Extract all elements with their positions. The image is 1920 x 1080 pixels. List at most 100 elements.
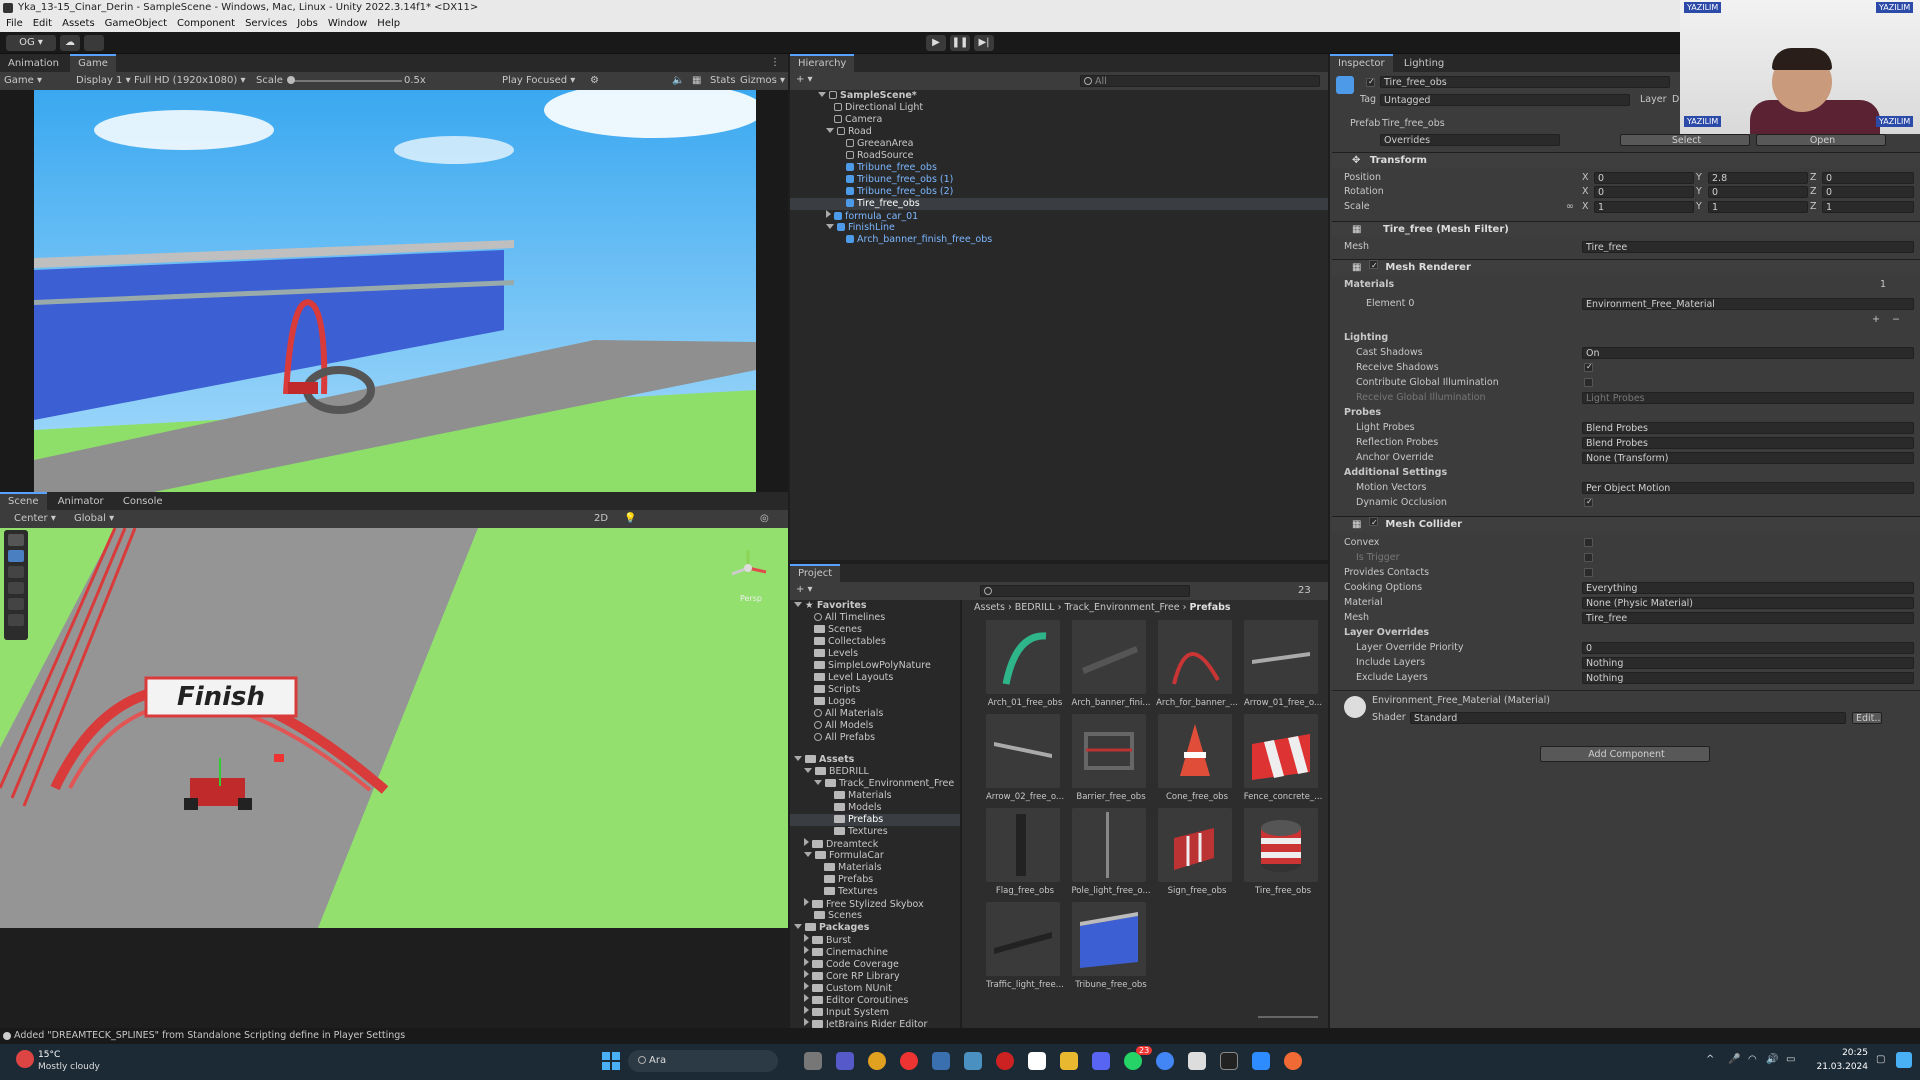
thumbnail-size-slider[interactable] bbox=[1258, 1016, 1318, 1018]
collab-button[interactable] bbox=[84, 35, 104, 51]
weather-icon[interactable] bbox=[16, 1050, 34, 1068]
asset-tile[interactable]: Fence_concrete_... bbox=[1240, 714, 1326, 806]
store-icon[interactable] bbox=[1028, 1052, 1046, 1070]
more-options-icon[interactable]: ⋮ bbox=[770, 57, 780, 68]
discord-icon[interactable] bbox=[1092, 1052, 1110, 1070]
tab-hierarchy[interactable]: Hierarchy bbox=[790, 54, 855, 72]
menu-help[interactable]: Help bbox=[377, 16, 400, 32]
asset-folder[interactable]: Track_Environment_Free bbox=[814, 778, 954, 790]
exclude-layers-dropdown[interactable]: Nothing bbox=[1582, 672, 1914, 684]
breadcrumb-bedrill[interactable]: BEDRILL bbox=[1015, 602, 1055, 613]
asset-folder[interactable]: FormulaCar bbox=[804, 850, 884, 862]
lighting-section-label[interactable]: Lighting bbox=[1344, 331, 1388, 345]
battery-icon[interactable]: ▭ bbox=[1786, 1054, 1795, 1065]
view-tool-button[interactable] bbox=[8, 534, 24, 546]
menu-jobs[interactable]: Jobs bbox=[297, 16, 318, 32]
lighting-toggle-icon[interactable]: 💡 bbox=[624, 513, 636, 524]
scene-view[interactable]: Finish Persp bbox=[0, 528, 788, 928]
file-explorer-icon[interactable] bbox=[1060, 1052, 1078, 1070]
assets-header[interactable]: Assets bbox=[794, 754, 854, 766]
menu-gameobject[interactable]: GameObject bbox=[105, 16, 167, 32]
asset-folder[interactable]: Materials bbox=[824, 862, 882, 874]
tab-lighting[interactable]: Lighting bbox=[1396, 55, 1452, 73]
wifi-icon[interactable]: ◠ bbox=[1748, 1054, 1757, 1065]
scene-orientation-gizmo[interactable] bbox=[728, 548, 768, 588]
tag-dropdown[interactable]: Untagged bbox=[1380, 94, 1630, 106]
asset-tile[interactable]: Arch_for_banner_... bbox=[1154, 620, 1240, 712]
tab-inspector[interactable]: Inspector bbox=[1330, 54, 1393, 72]
scale-y-field[interactable]: 1 bbox=[1708, 201, 1808, 213]
hierarchy-item-greeanarea[interactable]: GreeanArea bbox=[846, 138, 913, 150]
windows-start-icon[interactable] bbox=[602, 1052, 620, 1070]
display-dropdown[interactable]: Display 1 ▾ bbox=[76, 75, 131, 86]
cooking-options-dropdown[interactable]: Everything bbox=[1582, 582, 1914, 594]
include-layers-dropdown[interactable]: Nothing bbox=[1582, 657, 1914, 669]
position-x-field[interactable]: 0 bbox=[1594, 172, 1694, 184]
tab-animator[interactable]: Animator bbox=[50, 493, 112, 511]
settings-gear-icon[interactable]: ⚙ bbox=[590, 75, 599, 86]
youtube-icon[interactable] bbox=[900, 1052, 918, 1070]
probes-section-label[interactable]: Probes bbox=[1344, 406, 1381, 420]
scale-link-icon[interactable]: ∞ bbox=[1566, 200, 1574, 214]
mesh-collider-header[interactable]: ▦ Mesh Collider bbox=[1332, 516, 1920, 532]
task-view-icon[interactable] bbox=[804, 1052, 822, 1070]
position-y-field[interactable]: 2.8 bbox=[1708, 172, 1808, 184]
favorite-item[interactable]: SimpleLowPolyNature bbox=[814, 660, 931, 672]
hierarchy-item-tribune-2[interactable]: Tribune_free_obs (2) bbox=[846, 186, 953, 198]
hierarchy-item-road[interactable]: Road bbox=[826, 126, 872, 138]
cast-shadows-dropdown[interactable]: On bbox=[1582, 347, 1914, 359]
asset-tile[interactable]: Cone_free_obs bbox=[1154, 714, 1240, 806]
asset-folder[interactable]: BEDRILL bbox=[804, 766, 869, 778]
package-item[interactable]: JetBrains Rider Editor bbox=[804, 1018, 927, 1028]
materials-label[interactable]: Materials bbox=[1344, 278, 1394, 292]
reflection-probes-dropdown[interactable]: Blend Probes bbox=[1582, 437, 1914, 449]
shader-edit-button[interactable]: Edit... bbox=[1852, 712, 1882, 724]
contribute-gi-checkbox[interactable] bbox=[1584, 378, 1593, 387]
space-dropdown[interactable]: Global ▾ bbox=[74, 513, 114, 524]
step-button[interactable]: ▶| bbox=[974, 35, 994, 51]
prefab-select-button[interactable]: Select bbox=[1620, 134, 1750, 146]
object-name-field[interactable]: Tire_free_obs bbox=[1380, 76, 1670, 88]
anchor-override-field[interactable]: None (Transform) bbox=[1582, 452, 1914, 464]
project-search-input[interactable] bbox=[980, 585, 1190, 597]
additional-settings-label[interactable]: Additional Settings bbox=[1344, 466, 1447, 480]
game-mode-dropdown[interactable]: Game ▾ bbox=[4, 75, 42, 86]
rotate-tool-button[interactable] bbox=[8, 566, 24, 578]
add-material-button[interactable]: + bbox=[1872, 313, 1880, 327]
element0-field[interactable]: Environment_Free_Material bbox=[1582, 298, 1914, 310]
teams-icon[interactable] bbox=[836, 1052, 854, 1070]
package-item[interactable]: Input System bbox=[804, 1006, 889, 1018]
transform-tool-button[interactable] bbox=[8, 614, 24, 626]
hierarchy-search-input[interactable]: All bbox=[1080, 75, 1320, 87]
stats-button[interactable]: Stats bbox=[710, 75, 736, 86]
favorites-header[interactable]: ★ Favorites bbox=[794, 600, 866, 612]
opera-icon[interactable] bbox=[996, 1052, 1014, 1070]
mesh-renderer-enabled-checkbox[interactable] bbox=[1368, 260, 1378, 269]
favorite-item[interactable]: Scenes bbox=[814, 624, 862, 636]
gizmos-dropdown[interactable]: Gizmos ▾ bbox=[740, 75, 785, 86]
hierarchy-item-directional-light[interactable]: Directional Light bbox=[834, 102, 923, 114]
chrome-profile-icon[interactable] bbox=[1156, 1052, 1174, 1070]
menu-file[interactable]: File bbox=[6, 16, 23, 32]
menu-assets[interactable]: Assets bbox=[62, 16, 95, 32]
hierarchy-item-camera[interactable]: Camera bbox=[834, 114, 882, 126]
hierarchy-item-tribune-1[interactable]: Tribune_free_obs (1) bbox=[846, 174, 953, 186]
motion-vectors-dropdown[interactable]: Per Object Motion bbox=[1582, 482, 1914, 494]
clock-date[interactable]: 21.03.2024 bbox=[1810, 1062, 1868, 1072]
grid-icon[interactable]: ▦ bbox=[692, 75, 701, 86]
scale-tool-button[interactable] bbox=[8, 582, 24, 594]
rotation-z-field[interactable]: 0 bbox=[1822, 186, 1914, 198]
asset-tile[interactable]: Tire_free_obs bbox=[1240, 808, 1326, 900]
asset-tile[interactable]: Arch_banner_fini... bbox=[1068, 620, 1154, 712]
receive-shadows-checkbox[interactable] bbox=[1584, 363, 1593, 372]
layer-overrides-label[interactable]: Layer Overrides bbox=[1344, 626, 1429, 640]
account-button[interactable]: OG ▾ bbox=[6, 35, 56, 51]
asset-tile[interactable]: Tribune_free_obs bbox=[1068, 902, 1154, 994]
position-z-field[interactable]: 0 bbox=[1822, 172, 1914, 184]
convex-checkbox[interactable] bbox=[1584, 538, 1593, 547]
menu-services[interactable]: Services bbox=[245, 16, 287, 32]
resolution-dropdown[interactable]: Full HD (1920x1080) ▾ bbox=[134, 75, 246, 86]
scale-z-field[interactable]: 1 bbox=[1822, 201, 1914, 213]
favorite-item[interactable]: All Timelines bbox=[814, 612, 885, 624]
provides-contacts-checkbox[interactable] bbox=[1584, 568, 1593, 577]
